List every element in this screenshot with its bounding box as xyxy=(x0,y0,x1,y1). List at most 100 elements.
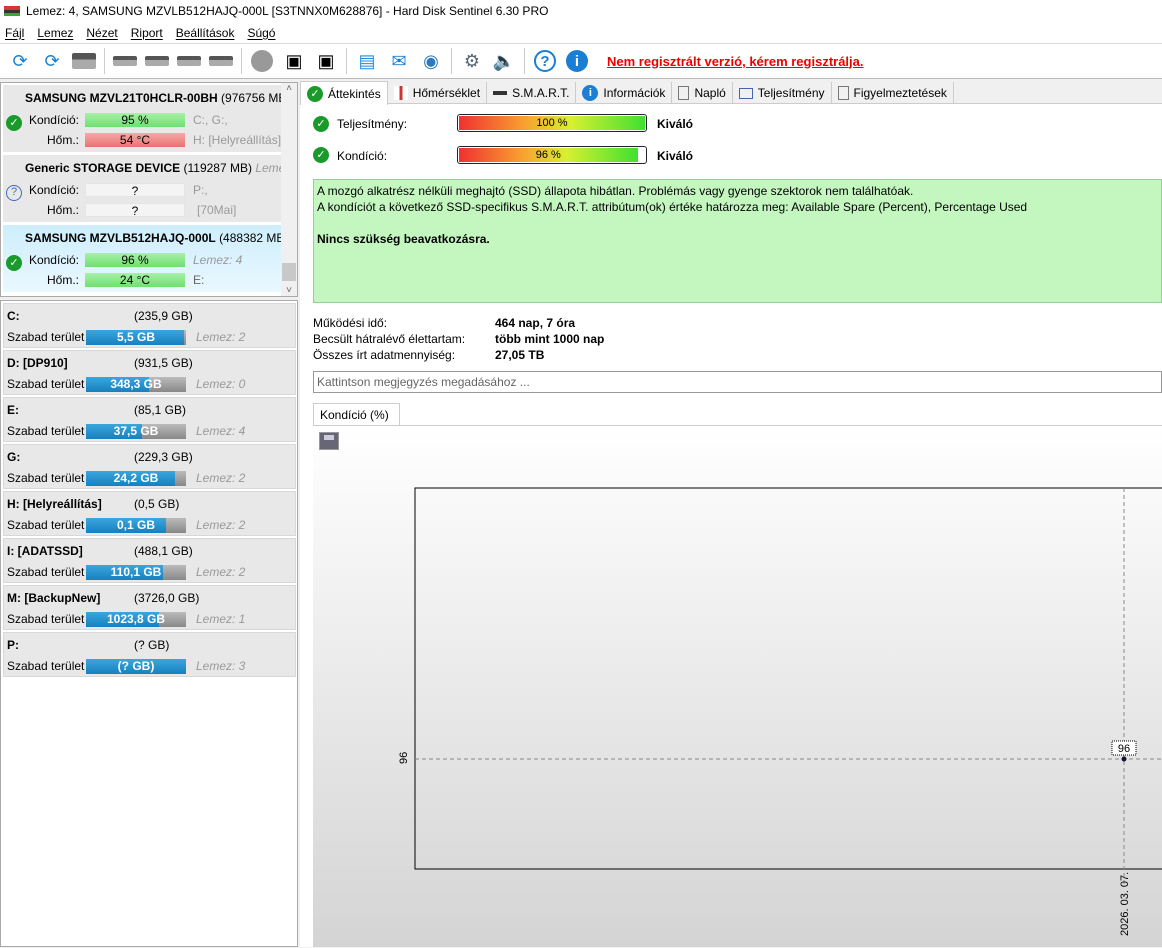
scrollbar[interactable]: ˄ ˅ xyxy=(281,83,297,296)
drive-item[interactable]: M: [BackupNew] (3726,0 GB) Szabad terüle… xyxy=(3,585,296,630)
sound-icon[interactable]: 🔈 xyxy=(491,48,517,74)
register-link[interactable]: Nem regisztrált verzió, kérem regisztrál… xyxy=(607,54,864,69)
free-space-value: 348,3 GB xyxy=(110,377,162,391)
tab-smart[interactable]: S.M.A.R.T. xyxy=(487,82,577,104)
free-space-label: Szabad terület xyxy=(7,518,85,532)
scroll-thumb[interactable] xyxy=(282,263,296,281)
tab-condition-chart[interactable]: Kondíció (%) xyxy=(313,403,400,425)
drive-name: G: xyxy=(7,450,21,464)
drive-item[interactable]: G: (229,3 GB) Szabad terület 24,2 GB Lem… xyxy=(3,444,296,489)
performance-value: 100 % xyxy=(459,116,645,130)
info-icon[interactable]: i xyxy=(564,48,590,74)
ok-icon: ✓ xyxy=(313,147,329,163)
menu-disk[interactable]: Lemez xyxy=(32,26,81,40)
tab-overview[interactable]: ✓ Áttekintés xyxy=(300,81,388,105)
gear-icon[interactable]: ⚙ xyxy=(459,48,485,74)
menu-view[interactable]: Nézet xyxy=(81,26,125,40)
toolbar: ⟳ ⟳ ▣ ▣ ▤ ✉ ◉ ⚙ 🔈 ? i Nem regisztrált ve… xyxy=(0,43,1162,79)
drive-item[interactable]: P: (? GB) Szabad terület (? GB) Lemez: 3 xyxy=(3,632,296,677)
temp-bar: 24 °C xyxy=(85,273,185,287)
note-input[interactable]: Kattintson megjegyzés megadásához ... xyxy=(313,371,1162,393)
data-label-box xyxy=(1111,740,1137,756)
disk-icon[interactable] xyxy=(112,48,138,74)
drive-item[interactable]: D: [DP910] (931,5 GB) Szabad terület 348… xyxy=(3,350,296,395)
performance-chart-icon xyxy=(738,87,753,99)
plot-frame xyxy=(414,487,1162,870)
drive-item[interactable]: I: [ADATSSD] (488,1 GB) Szabad terület 1… xyxy=(3,538,296,583)
scroll-up-icon[interactable]: ˄ xyxy=(281,83,297,94)
drive-size: (229,3 GB) xyxy=(134,450,193,464)
drive-item[interactable]: H: [Helyreállítás] (0,5 GB) Szabad terül… xyxy=(3,491,296,536)
free-space-value: 110,1 GB xyxy=(110,565,162,579)
temp-bar: 54 °C xyxy=(85,133,185,147)
disk-list-icon[interactable] xyxy=(71,48,97,74)
network-disk-icon[interactable]: ▣ xyxy=(281,48,307,74)
tab-bar: ✓ Áttekintés Hőmérséklet S.M.A.R.T. i Info… xyxy=(300,81,1162,105)
web-icon[interactable]: ◉ xyxy=(418,48,444,74)
menu-report[interactable]: Riport xyxy=(126,26,171,40)
drive-item[interactable]: C: (235,9 GB) Szabad terület 5,5 GB Leme… xyxy=(3,303,296,348)
disk-name: SAMSUNG MZVL21T0HCLR-00BH xyxy=(25,91,218,105)
thermometer-icon xyxy=(393,86,408,100)
free-space-bar: 348,3 GB xyxy=(86,377,186,392)
scroll-down-icon[interactable]: ˅ xyxy=(281,285,297,296)
disk-partitions: P:, xyxy=(193,183,208,197)
tab-performance[interactable]: Teljesítmény xyxy=(733,82,832,104)
drive-size: (0,5 GB) xyxy=(134,497,180,511)
remote-disk-icon[interactable]: ▣ xyxy=(313,48,339,74)
tab-alerts[interactable]: Figyelmeztetések xyxy=(832,82,954,104)
drive-disk-number: Lemez: 3 xyxy=(196,659,246,673)
data-label: 96 xyxy=(1118,743,1130,755)
disk-search-icon[interactable] xyxy=(208,48,234,74)
x-tick-label: 2026. 03. 07. xyxy=(1119,872,1131,936)
disk-size: (119287 MB) xyxy=(183,161,252,175)
tab-label: Teljesítmény xyxy=(757,86,825,100)
disk-number: Lemez: 4 xyxy=(193,253,243,267)
performance-meter: 100 % xyxy=(457,114,647,132)
drive-size: (931,5 GB) xyxy=(134,356,193,370)
disk-test-icon[interactable] xyxy=(176,48,202,74)
info-label: Összes írt adatmennyiség: xyxy=(313,348,456,362)
disk-item[interactable]: Generic STORAGE DEVICE (119287 MB) Lemez… xyxy=(3,155,295,224)
window-title: Lemez: 4, SAMSUNG MZVLB512HAJQ-000L [S3T… xyxy=(26,4,549,18)
disk-size: (976756 MB) xyxy=(221,91,291,105)
disk-item-selected[interactable]: SAMSUNG MZVLB512HAJQ-000L (488382 MB) ✓ … xyxy=(3,225,288,294)
drive-name: M: [BackupNew] xyxy=(7,591,101,605)
drive-size: (? GB) xyxy=(134,638,170,652)
alerts-icon xyxy=(837,86,849,100)
surface-test-icon[interactable] xyxy=(249,48,275,74)
notes-icon[interactable]: ▤ xyxy=(354,48,380,74)
free-space-bar: 5,5 GB xyxy=(86,330,186,345)
app-icon xyxy=(4,6,20,16)
disk-schedule-icon[interactable] xyxy=(144,48,170,74)
main-panel: ✓ Áttekintés Hőmérséklet S.M.A.R.T. i Info… xyxy=(300,81,1162,947)
tab-information[interactable]: i Információk xyxy=(576,82,673,104)
drive-disk-number: Lemez: 4 xyxy=(196,424,246,438)
drive-item[interactable]: E: (85,1 GB) Szabad terület 37,5 GB Leme… xyxy=(3,397,296,442)
drive-size: (488,1 GB) xyxy=(134,544,193,558)
disk-partitions: H: [Helyreállítás] xyxy=(193,133,282,147)
condition-label: Kondíció: xyxy=(28,113,79,127)
condition-bar: 95 % xyxy=(85,113,185,127)
help-icon[interactable]: ? xyxy=(532,48,558,74)
menu-file[interactable]: Fájl xyxy=(0,26,32,40)
tab-label: Napló xyxy=(694,86,726,100)
free-space-label: Szabad terület xyxy=(7,377,85,391)
refresh-icon[interactable]: ⟳ xyxy=(7,48,33,74)
email-icon[interactable]: ✉ xyxy=(386,48,412,74)
temp-label: Hőm.: xyxy=(46,133,79,147)
title-bar: Lemez: 4, SAMSUNG MZVLB512HAJQ-000L [S3T… xyxy=(0,0,1162,22)
tab-log[interactable]: Napló xyxy=(672,82,733,104)
free-space-bar: 1023,8 GB xyxy=(86,612,186,627)
drive-size: (3726,0 GB) xyxy=(134,591,200,605)
disk-item[interactable]: SAMSUNG MZVL21T0HCLR-00BH (976756 MB) ✓ … xyxy=(3,85,290,154)
message-line: A mozgó alkatrész nélküli meghajtó (SSD)… xyxy=(317,184,914,198)
menu-settings[interactable]: Beállítások xyxy=(171,26,243,40)
tab-label: Információk xyxy=(603,86,666,100)
tab-temperature[interactable]: Hőmérséklet xyxy=(388,82,488,104)
save-icon[interactable] xyxy=(319,432,339,450)
refresh-warning-icon[interactable]: ⟳ xyxy=(39,48,65,74)
message-line: A kondíciót a következő SSD-specifikus S… xyxy=(317,200,1028,214)
menu-help[interactable]: Súgó xyxy=(242,26,283,40)
tab-label: Áttekintés xyxy=(328,86,381,101)
